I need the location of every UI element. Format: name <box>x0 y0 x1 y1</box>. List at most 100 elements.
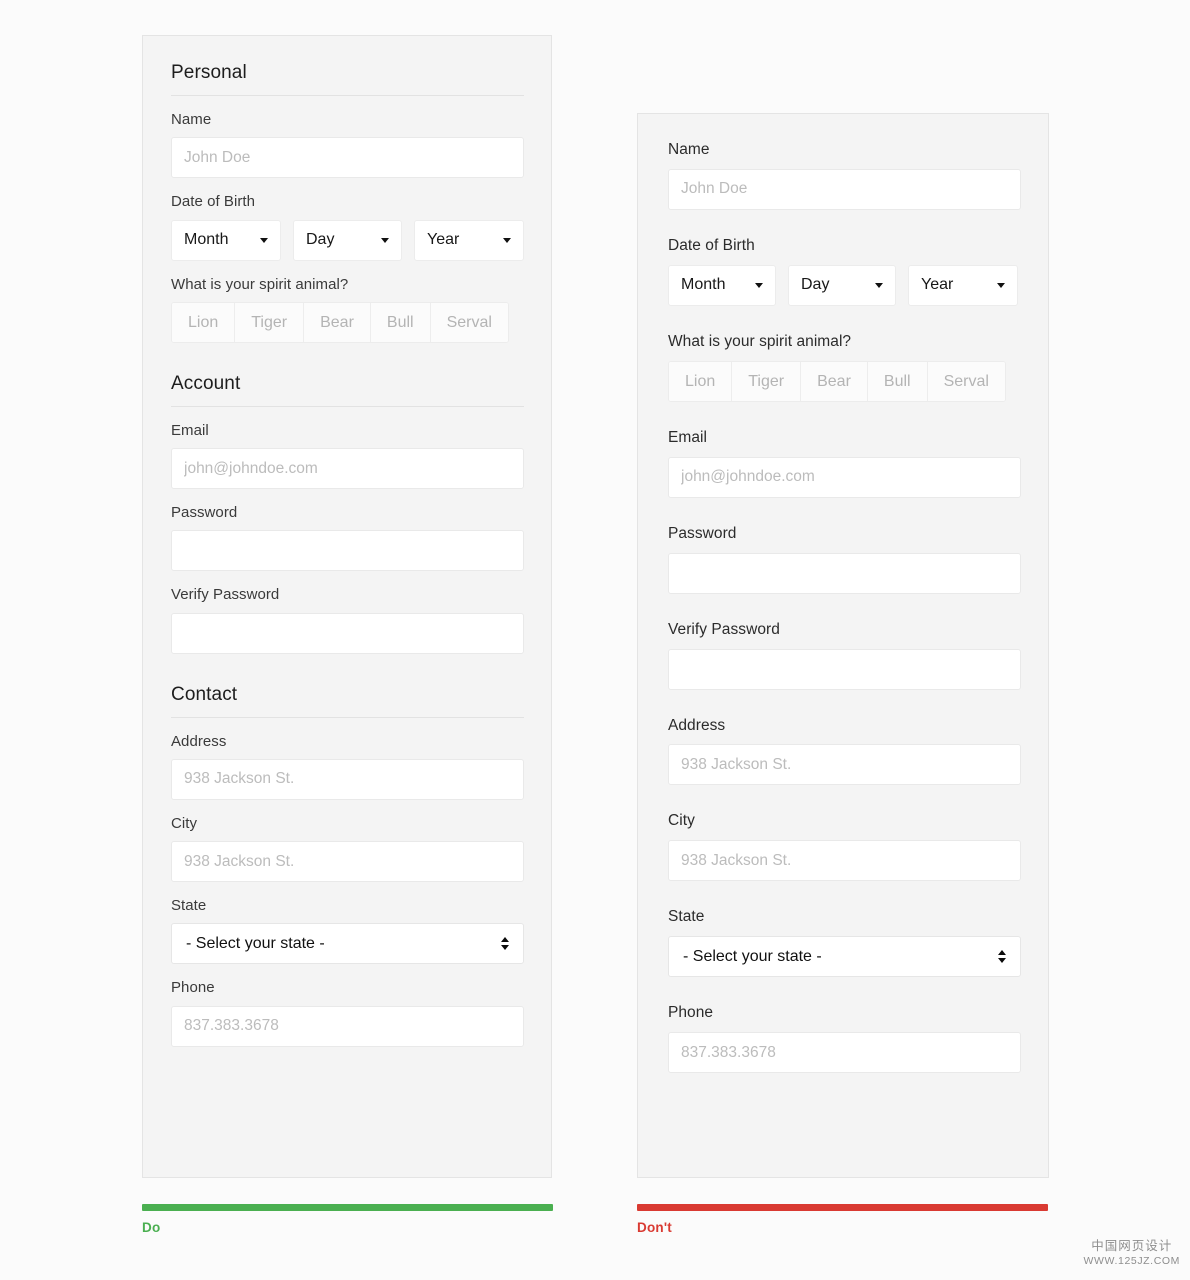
watermark-url: WWW.125JZ.COM <box>1083 1254 1180 1267</box>
chevron-down-icon <box>381 237 390 243</box>
field-label-state: State <box>171 897 207 914</box>
day-select-value: Day <box>306 231 335 248</box>
dont-verdict: Don't <box>637 1204 1048 1235</box>
field-what-is-your-spirit-animal: What is your spirit animal? Lion Tiger Bear… <box>668 332 1021 402</box>
section-contact: Contact Address City State - Select your sta… <box>171 684 524 1047</box>
spirit-animal-option-tiger[interactable]: Tiger <box>235 302 305 342</box>
password-input[interactable] <box>668 552 1021 594</box>
field-phone: Phone <box>668 1003 1021 1074</box>
field-label-phone: Phone <box>668 1004 714 1022</box>
field-label-name: Name <box>171 111 212 128</box>
state-select[interactable]: - Select your state - <box>171 923 524 965</box>
field-email: Email <box>171 421 524 489</box>
chevron-down-icon <box>875 282 883 288</box>
field-city: City <box>668 811 1021 882</box>
field-name: Name <box>668 140 1021 210</box>
do-verdict-bar <box>142 1204 553 1211</box>
day-select-value: Day <box>801 276 830 294</box>
field-city: City <box>171 814 524 882</box>
chevron-up-icon <box>501 937 509 943</box>
spirit-animal-button-group: Lion Tiger Bear Bull Serval <box>171 301 509 343</box>
section-heading-contact: Contact <box>171 684 524 718</box>
name-input[interactable] <box>171 137 524 179</box>
field-label-city: City <box>171 814 198 832</box>
field-date-of-birth: Date of Birth Month Day Year <box>171 192 525 261</box>
field-label-verify-password: Verify Password <box>171 586 280 604</box>
field-label-address: Address <box>171 732 227 750</box>
do-form-panel: Personal Name Date of Birth Month Day Year Wha… <box>142 35 552 1178</box>
field-email: Email <box>668 428 1021 498</box>
phone-input[interactable] <box>171 1005 524 1047</box>
year-select-value: Year <box>921 276 954 294</box>
spirit-animal-option-bear[interactable]: Bear <box>801 361 868 401</box>
dont-verdict-bar <box>637 1204 1048 1211</box>
section-heading-personal: Personal <box>171 62 524 96</box>
chevron-down-icon <box>755 282 763 288</box>
month-select[interactable]: Month <box>668 264 776 306</box>
spirit-animal-option-bull[interactable]: Bull <box>867 361 928 401</box>
spirit-animal-option-serval[interactable]: Serval <box>430 302 508 342</box>
field-label-name: Name <box>668 141 710 158</box>
verify-password-input[interactable] <box>668 648 1021 690</box>
chevron-down-icon <box>997 282 1005 288</box>
address-input[interactable] <box>668 744 1021 786</box>
name-input[interactable] <box>668 168 1021 210</box>
chevron-down-icon <box>998 958 1006 964</box>
section-account: Account Email Password Verify Password <box>171 373 524 654</box>
field-state: State - Select your state - <box>171 896 524 965</box>
email-input[interactable] <box>171 448 524 489</box>
city-input[interactable] <box>171 841 524 882</box>
watermark: 中国网页设计 WWW.125JZ.COM <box>1084 1239 1180 1268</box>
day-select[interactable]: Day <box>788 264 896 306</box>
field-label-date-of-birth: Date of Birth <box>171 193 256 211</box>
do-verdict-label: Do <box>142 1220 161 1235</box>
spirit-animal-option-bear[interactable]: Bear <box>304 302 371 342</box>
state-select-value: - Select your state - <box>186 934 325 952</box>
field-label-verify-password: Verify Password <box>668 620 780 638</box>
year-select-value: Year <box>427 231 460 248</box>
password-input[interactable] <box>171 530 524 572</box>
field-label-phone: Phone <box>171 979 215 997</box>
spirit-animal-button-group: Lion Tiger Bear Bull Serval <box>668 360 1006 402</box>
field-phone: Phone <box>171 978 524 1047</box>
spirit-animal-option-tiger[interactable]: Tiger <box>732 361 802 401</box>
phone-input[interactable] <box>668 1032 1021 1074</box>
state-select-value: - Select your state - <box>683 947 822 965</box>
year-select[interactable]: Year <box>414 219 525 261</box>
field-label-what-is-your-spirit-animal: What is your spirit animal? <box>668 332 852 350</box>
field-label-password: Password <box>171 504 238 521</box>
address-input[interactable] <box>171 758 524 800</box>
date-of-birth-row: Month Day Year <box>171 219 525 261</box>
day-select[interactable]: Day <box>293 219 403 261</box>
watermark-title: 中国网页设计 <box>1091 1239 1173 1254</box>
verify-password-input[interactable] <box>171 612 524 654</box>
field-address: Address <box>171 732 524 800</box>
chevron-down-icon <box>260 237 268 243</box>
field-password: Password <box>668 524 1021 594</box>
email-input[interactable] <box>668 456 1021 498</box>
field-verify-password: Verify Password <box>668 620 1021 690</box>
field-label-password: Password <box>668 524 737 542</box>
field-label-date-of-birth: Date of Birth <box>668 236 755 254</box>
spirit-animal-option-lion[interactable]: Lion <box>172 302 236 342</box>
date-of-birth-row: Month Day Year <box>668 264 1021 306</box>
field-name: Name <box>171 110 524 179</box>
dont-form-panel: Name Date of Birth Month Day Year What is you… <box>637 113 1049 1178</box>
field-what-is-your-spirit-animal: What is your spirit animal? Lion Tiger Bear… <box>171 275 524 343</box>
dont-verdict-label: Don't <box>637 1220 672 1235</box>
sort-updown-icon <box>501 937 509 951</box>
month-select[interactable]: Month <box>171 219 281 261</box>
spirit-animal-option-lion[interactable]: Lion <box>669 361 733 401</box>
month-select-value: Month <box>681 276 726 294</box>
spirit-animal-option-bull[interactable]: Bull <box>370 302 431 342</box>
state-select[interactable]: - Select your state - <box>668 936 1021 978</box>
year-select[interactable]: Year <box>908 264 1018 306</box>
field-password: Password <box>171 503 524 572</box>
spirit-animal-option-serval[interactable]: Serval <box>927 361 1005 401</box>
sort-updown-icon <box>998 950 1006 964</box>
chevron-down-icon <box>501 945 509 951</box>
field-label-email: Email <box>668 428 708 446</box>
city-input[interactable] <box>668 840 1021 882</box>
field-address: Address <box>668 716 1021 786</box>
field-label-city: City <box>668 812 695 830</box>
